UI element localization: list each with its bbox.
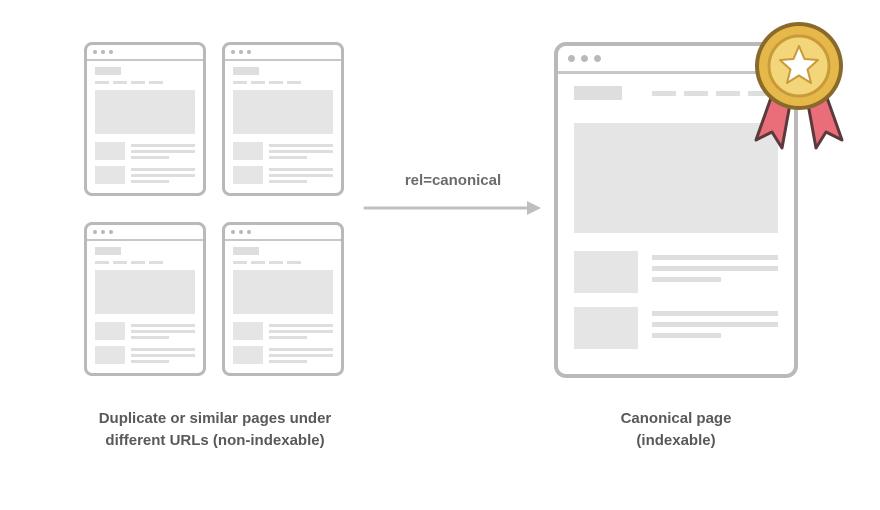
caption-line: Duplicate or similar pages under <box>99 410 332 427</box>
rel-canonical-arrow: rel=canonical <box>358 172 548 219</box>
diagram-canvas: rel=canonical <box>0 0 880 510</box>
arrow-right-icon <box>363 197 543 219</box>
duplicate-page-thumbnail <box>84 42 206 196</box>
duplicate-caption: Duplicate or similar pages under differe… <box>60 408 370 452</box>
canonical-caption: Canonical page (indexable) <box>540 408 812 452</box>
duplicate-page-thumbnail <box>222 42 344 196</box>
caption-line: Canonical page <box>621 410 732 427</box>
caption-line: different URLs (non-indexable) <box>105 432 324 449</box>
duplicate-page-thumbnail <box>222 222 344 376</box>
star-medal-ribbon-icon <box>744 20 854 160</box>
caption-line: (indexable) <box>636 432 715 449</box>
arrow-label: rel=canonical <box>358 172 548 189</box>
duplicate-page-thumbnail <box>84 222 206 376</box>
